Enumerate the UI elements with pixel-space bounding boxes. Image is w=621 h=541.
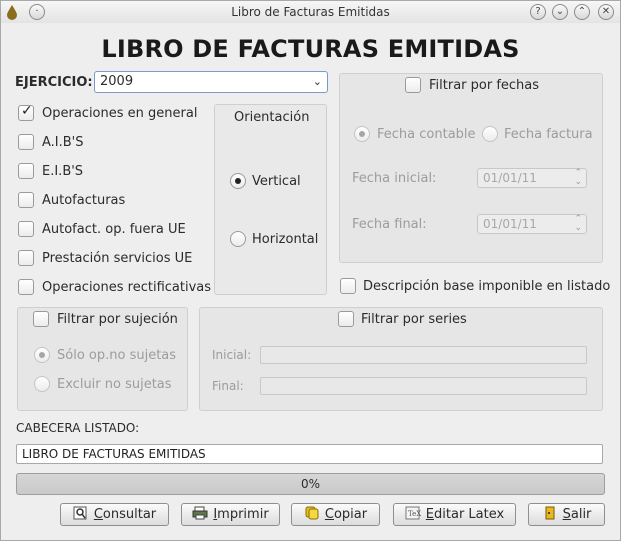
editar-latex-label: ditar Latex [434,507,505,522]
cabecera-label: CABECERA LISTADO: [16,421,140,435]
copiar-button[interactable]: Copiar [291,503,380,526]
fecha-factura-radio[interactable] [482,126,498,142]
minimize-button[interactable]: ⌄ [552,4,568,20]
tex-document-icon: TeX [405,506,421,520]
fecha-final-label: Fecha final: [352,217,427,232]
salir-button[interactable]: Salir [528,503,605,526]
operacion-label-0: Operaciones en general [42,106,198,121]
excluir-no-sujetas-radio[interactable] [34,376,50,392]
filtrar-sujecion-checkbox[interactable] [33,311,49,327]
ejercicio-value: 2009 [100,74,134,89]
operacion-checkbox-3[interactable] [18,192,34,208]
series-final-label: Final: [212,379,244,393]
page-title: LIBRO DE FACTURAS EMITIDAS [101,35,520,63]
copiar-label: opiar [333,507,368,522]
filtrar-fechas-checkbox[interactable] [405,77,421,93]
chevron-down-icon: ⌄ [312,75,322,88]
chevron-down-icon: ⌄ [555,6,565,17]
orientacion-group [214,104,327,295]
maximize-button[interactable]: ⌃ [574,4,590,20]
editar-latex-mnemonic: E [425,507,435,522]
operacion-label-6: Operaciones rectificativas [42,280,212,295]
cabecera-input[interactable]: LIBRO DE FACTURAS EMITIDAS [16,444,603,464]
operacion-checkbox-6[interactable] [18,279,34,295]
operacion-checkbox-4[interactable] [18,221,34,237]
printer-icon [192,506,208,520]
descripcion-base-checkbox[interactable] [340,278,356,294]
imprimir-label: mprimir [217,507,269,522]
imprimir-button[interactable]: Imprimir [181,503,280,526]
window-title: Libro de Facturas Emitidas [231,5,390,19]
filtrar-series-label: Filtrar por series [361,312,467,327]
solo-no-sujetas-label: Sólo op.no sujetas [57,348,177,363]
spin-arrows-icon: ⌃ ⌄ [574,214,582,233]
solo-no-sujetas-radio[interactable] [34,347,50,363]
operacion-checkbox-2[interactable] [18,163,34,179]
chevron-up-icon: ⌃ [577,6,587,17]
filtrar-sujecion-label: Filtrar por sujeción [57,312,178,327]
filtrar-fechas-label: Filtrar por fechas [429,78,540,93]
copiar-mnemonic: C [324,507,334,522]
close-button[interactable]: ✕ [598,4,614,20]
fecha-final-input[interactable]: 01/01/11 ⌃ ⌄ [477,214,587,234]
fecha-final-value: 01/01/11 [483,217,537,231]
series-final-input[interactable] [260,377,587,395]
fecha-factura-label: Fecha factura [504,127,593,142]
consultar-mnemonic: C [93,507,103,522]
series-inicial-input[interactable] [260,346,587,364]
operacion-checkbox-0[interactable] [18,103,34,121]
spin-arrows-icon: ⌃ ⌄ [574,168,582,187]
series-inicial-label: Inicial: [212,348,252,362]
fecha-inicial-value: 01/01/11 [483,171,537,185]
operacion-label-1: A.I.B'S [42,135,84,150]
fecha-inicial-label: Fecha inicial: [352,171,437,186]
fecha-contable-radio[interactable] [354,126,370,142]
consultar-button[interactable]: Consultar [60,503,169,526]
excluir-no-sujetas-label: Excluir no sujetas [57,377,172,392]
help-button[interactable]: ? [530,4,546,20]
operacion-label-2: E.I.B'S [42,164,84,179]
operacion-label-3: Autofacturas [42,193,126,208]
ejercicio-select[interactable]: 2009 ⌄ [94,71,328,93]
vertical-label: Vertical [252,174,301,189]
consultar-label: onsultar [102,507,157,522]
operacion-checkbox-5[interactable] [18,250,34,266]
fecha-contable-label: Fecha contable [377,127,476,142]
horizontal-label: Horizontal [252,232,319,247]
descripcion-base-label: Descripción base imponible en listado [363,279,611,294]
vertical-radio[interactable] [230,173,246,189]
editar-latex-button[interactable]: TeX Editar Latex [393,503,516,526]
svg-text:TeX: TeX [408,510,421,518]
close-icon: ✕ [601,6,611,17]
fecha-inicial-input[interactable]: 01/01/11 ⌃ ⌄ [477,168,587,188]
exit-door-icon [545,506,555,520]
operacion-label-5: Prestación servicios UE [42,251,193,266]
filtrar-series-checkbox[interactable] [338,311,354,327]
progress-text: 0% [300,477,321,491]
ejercicio-label: EJERCICIO: [15,75,93,90]
title-bar: · Libro de Facturas Emitidas ? ⌄ ⌃ ✕ [1,1,620,23]
copy-icon [305,506,319,520]
orientacion-title: Orientación [234,110,310,125]
main-window: · Libro de Facturas Emitidas ? ⌄ ⌃ ✕ LIB… [0,0,621,541]
operacion-checkbox-1[interactable] [18,134,34,150]
horizontal-radio[interactable] [230,231,246,247]
salir-mnemonic: S [562,507,571,522]
operacion-label-4: Autofact. op. fuera UE [42,222,186,237]
magnifier-icon [73,506,87,520]
progress-bar: 0% [16,473,605,495]
salir-label: alir [570,507,592,522]
question-icon: ? [535,6,541,17]
